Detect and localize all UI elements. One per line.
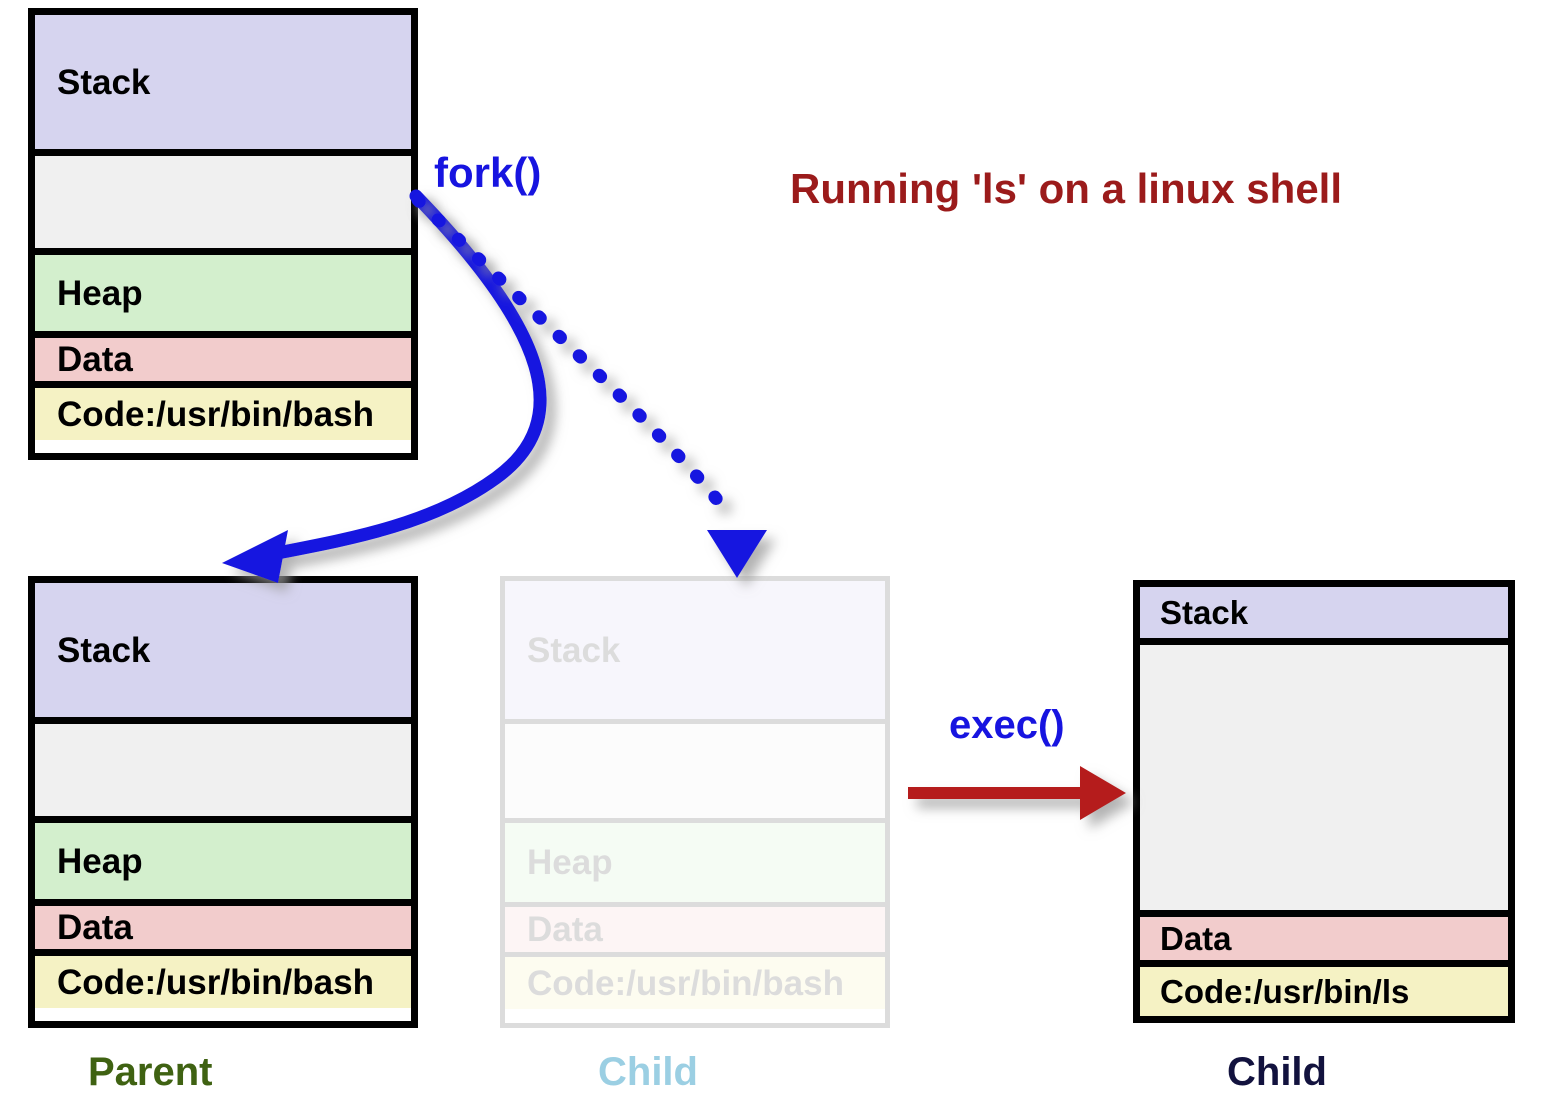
segment-heap: Heap: [35, 823, 411, 906]
segment-label-data: Data: [57, 340, 133, 379]
segment-label-stack: Stack: [527, 630, 621, 670]
caption-child-exec: Child: [1227, 1050, 1327, 1094]
segment-label-stack: Stack: [57, 62, 151, 102]
exec-call-label: exec(): [949, 703, 1065, 747]
segment-label-code: Code:/usr/bin/bash: [57, 962, 374, 1002]
memory-block-child-forked: Stack Heap Data Code:/usr/bin/bash: [500, 576, 890, 1028]
caption-parent: Parent: [88, 1050, 213, 1094]
segment-data: Data: [505, 907, 885, 957]
segment-label-heap: Heap: [57, 273, 143, 313]
caption-child-forked: Child: [598, 1050, 698, 1094]
segment-empty: [35, 724, 411, 823]
segment-label-stack: Stack: [1160, 594, 1249, 631]
segment-code: Code:/usr/bin/bash: [35, 388, 411, 440]
segment-label-code: Code:/usr/bin/bash: [527, 963, 844, 1003]
segment-stack: Stack: [35, 15, 411, 156]
segment-stack: Stack: [1140, 587, 1508, 645]
memory-block-child-exec: Stack Data Code:/usr/bin/ls: [1133, 580, 1515, 1023]
segment-data: Data: [35, 906, 411, 956]
segment-code: Code:/usr/bin/bash: [505, 957, 885, 1009]
segment-empty: [505, 724, 885, 823]
segment-label-stack: Stack: [57, 630, 151, 670]
segment-label-code: Code:/usr/bin/bash: [57, 394, 374, 434]
segment-code: Code:/usr/bin/bash: [35, 956, 411, 1008]
segment-empty: [1140, 645, 1508, 917]
memory-block-parent: Stack Heap Data Code:/usr/bin/bash: [28, 576, 418, 1028]
fork-arrow-dotted: [411, 193, 767, 578]
segment-data: Data: [1140, 917, 1508, 967]
exec-arrow: [908, 766, 1126, 820]
memory-block-original: Stack Heap Data Code:/usr/bin/bash: [28, 8, 418, 460]
segment-code: Code:/usr/bin/ls: [1140, 967, 1508, 1016]
segment-label-data: Data: [527, 910, 603, 949]
segment-stack: Stack: [505, 581, 885, 724]
diagram-canvas: Stack Heap Data Code:/usr/bin/bash Stack…: [0, 0, 1545, 1111]
segment-label-data: Data: [1160, 920, 1232, 957]
segment-empty: [35, 156, 411, 255]
segment-label-heap: Heap: [57, 841, 143, 881]
segment-data: Data: [35, 338, 411, 388]
segment-heap: Heap: [35, 255, 411, 338]
fork-call-label: fork(): [434, 149, 542, 196]
segment-heap: Heap: [505, 823, 885, 907]
segment-label-heap: Heap: [527, 843, 613, 882]
segment-label-code: Code:/usr/bin/ls: [1160, 973, 1410, 1010]
segment-stack: Stack: [35, 583, 411, 724]
diagram-title: Running 'ls' on a linux shell: [790, 165, 1343, 212]
segment-label-data: Data: [57, 908, 133, 947]
